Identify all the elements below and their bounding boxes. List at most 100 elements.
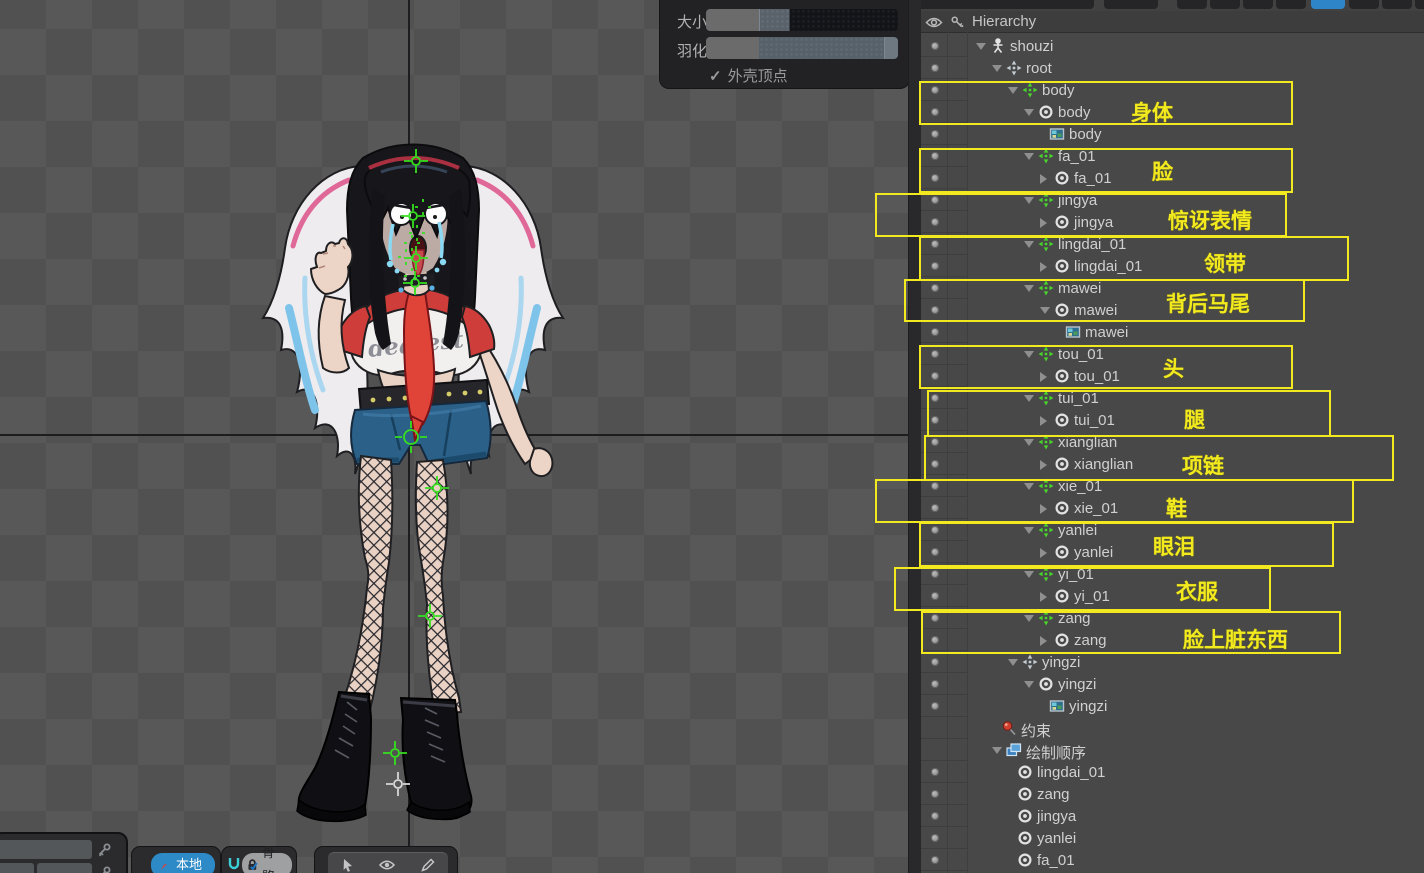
- tree-row-slot-tui_01[interactable]: tui_01: [921, 409, 1424, 431]
- visibility-dot[interactable]: [931, 790, 939, 798]
- collapse-arrow-icon[interactable]: [992, 747, 1002, 754]
- tree-row-slot-zang[interactable]: zang: [921, 783, 1424, 805]
- expand-arrow-icon[interactable]: [1040, 262, 1047, 272]
- toolbar-button[interactable]: [1349, 0, 1379, 9]
- pen-icon[interactable]: [421, 858, 435, 872]
- collapse-arrow-icon[interactable]: [1024, 395, 1034, 402]
- visibility-dot[interactable]: [931, 438, 939, 446]
- viewport-canvas[interactable]: dearest: [0, 0, 908, 873]
- toolbar-button[interactable]: [1415, 0, 1424, 9]
- collapse-arrow-icon[interactable]: [1024, 681, 1034, 688]
- tree-row-bone-lingdai_01[interactable]: lingdai_01: [921, 233, 1424, 255]
- eye-icon[interactable]: [379, 859, 395, 871]
- visibility-dot[interactable]: [931, 416, 939, 424]
- tree-row-slot-fa_01[interactable]: fa_01: [921, 849, 1424, 871]
- tree-row-slot-jingya[interactable]: jingya: [921, 805, 1424, 827]
- tree-row-slot-body[interactable]: body: [921, 101, 1424, 123]
- toolbar-button[interactable]: [1177, 0, 1207, 9]
- visibility-dot[interactable]: [931, 174, 939, 182]
- visibility-dot[interactable]: [931, 570, 939, 578]
- tree-row-image-yingzi[interactable]: yingzi: [921, 695, 1424, 717]
- visibility-dot[interactable]: [931, 768, 939, 776]
- size-slider[interactable]: [706, 9, 898, 31]
- viewport-scrollbar[interactable]: [908, 0, 921, 873]
- visibility-dot[interactable]: [931, 812, 939, 820]
- expand-arrow-icon[interactable]: [1040, 636, 1047, 646]
- expand-arrow-icon[interactable]: [1040, 416, 1047, 426]
- tree-row-bone-xie_01[interactable]: xie_01: [921, 475, 1424, 497]
- expand-arrow-icon[interactable]: [1040, 372, 1047, 382]
- collapse-arrow-icon[interactable]: [1024, 285, 1034, 292]
- visibility-dot[interactable]: [931, 614, 939, 622]
- tree-row-pin-约束[interactable]: 约束: [921, 717, 1424, 739]
- visibility-dot[interactable]: [931, 460, 939, 468]
- tree-row-bone-tui_01[interactable]: tui_01: [921, 387, 1424, 409]
- visibility-dot[interactable]: [931, 548, 939, 556]
- collapse-arrow-icon[interactable]: [976, 43, 986, 50]
- visibility-dot[interactable]: [931, 482, 939, 490]
- visibility-dot[interactable]: [931, 42, 939, 50]
- visibility-dot[interactable]: [931, 108, 939, 116]
- visibility-dot[interactable]: [931, 130, 939, 138]
- tree-row-bone-fa_01[interactable]: fa_01: [921, 145, 1424, 167]
- tree-row-bone-jingya[interactable]: jingya: [921, 189, 1424, 211]
- visibility-dot[interactable]: [931, 394, 939, 402]
- visibility-dot[interactable]: [931, 262, 939, 270]
- key-icon[interactable]: [93, 840, 115, 859]
- tree-row-slot-lingdai_01[interactable]: lingdai_01: [921, 761, 1424, 783]
- tree-row-skeleton-shouzi[interactable]: shouzi: [921, 35, 1424, 57]
- tree-row-slot-yanlei[interactable]: yanlei: [921, 541, 1424, 563]
- visibility-dot[interactable]: [931, 86, 939, 94]
- tree-row-bone-xianglian[interactable]: xianglian: [921, 431, 1424, 453]
- visibility-dot[interactable]: [931, 328, 939, 336]
- magnet-icon[interactable]: [228, 857, 240, 871]
- visibility-dot[interactable]: [931, 284, 939, 292]
- visibility-dot[interactable]: [931, 856, 939, 864]
- tree-row-slot-yanlei[interactable]: yanlei: [921, 827, 1424, 849]
- tree-row-slot-zang[interactable]: zang: [921, 629, 1424, 651]
- collapse-arrow-icon[interactable]: [1024, 109, 1034, 116]
- collapse-arrow-icon[interactable]: [1024, 615, 1034, 622]
- visibility-dot[interactable]: [931, 680, 939, 688]
- collapse-arrow-icon[interactable]: [992, 65, 1002, 72]
- toolbar-button[interactable]: [1276, 0, 1306, 9]
- visibility-dot[interactable]: [931, 834, 939, 842]
- hull-vertices-checkbox[interactable]: ✓外壳顶点: [709, 65, 788, 86]
- visibility-eye-icon[interactable]: [925, 16, 943, 29]
- tree-row-bone-root[interactable]: root: [921, 57, 1424, 79]
- collapse-arrow-icon[interactable]: [1024, 483, 1034, 490]
- local-mode-button[interactable]: 本地: [151, 853, 215, 873]
- toolbar-button[interactable]: [1382, 0, 1412, 9]
- expand-arrow-icon[interactable]: [1040, 218, 1047, 228]
- toolbar-button-active[interactable]: [1311, 0, 1345, 9]
- visibility-dot[interactable]: [931, 64, 939, 72]
- mini-slider-2b[interactable]: [37, 863, 92, 873]
- toolbar-button[interactable]: [1104, 0, 1158, 9]
- collapse-arrow-icon[interactable]: [1008, 87, 1018, 94]
- visibility-dot[interactable]: [931, 526, 939, 534]
- cursor-icon[interactable]: [341, 858, 354, 872]
- mini-slider-1[interactable]: [0, 840, 92, 859]
- visibility-dot[interactable]: [931, 504, 939, 512]
- bones-lock-button[interactable]: 骨骼: [242, 853, 292, 873]
- collapse-arrow-icon[interactable]: [1024, 527, 1034, 534]
- tree-row-bone-yi_01[interactable]: yi_01: [921, 563, 1424, 585]
- expand-arrow-icon[interactable]: [1040, 174, 1047, 184]
- expand-arrow-icon[interactable]: [1040, 548, 1047, 558]
- tree-row-bone-body[interactable]: body: [921, 79, 1424, 101]
- toolbar-button[interactable]: [921, 0, 1094, 9]
- collapse-arrow-icon[interactable]: [1024, 439, 1034, 446]
- visibility-dot[interactable]: [931, 702, 939, 710]
- visibility-dot[interactable]: [931, 152, 939, 160]
- tree-row-bone-yanlei[interactable]: yanlei: [921, 519, 1424, 541]
- toolbar-button[interactable]: [1210, 0, 1240, 9]
- visibility-dot[interactable]: [931, 240, 939, 248]
- visibility-dot[interactable]: [931, 306, 939, 314]
- collapse-arrow-icon[interactable]: [1024, 571, 1034, 578]
- visibility-dot[interactable]: [931, 196, 939, 204]
- tree-row-slot-mawei[interactable]: mawei: [921, 299, 1424, 321]
- tree-row-slot-fa_01[interactable]: fa_01: [921, 167, 1424, 189]
- tree-row-slot-yingzi[interactable]: yingzi: [921, 673, 1424, 695]
- tree-row-slot-tou_01[interactable]: tou_01: [921, 365, 1424, 387]
- visibility-dot[interactable]: [931, 218, 939, 226]
